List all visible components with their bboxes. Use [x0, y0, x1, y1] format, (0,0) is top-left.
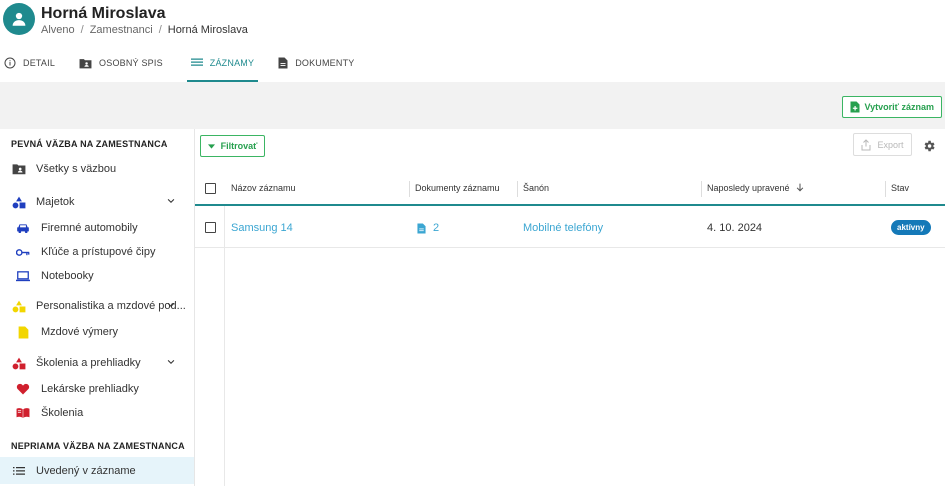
chevron-down-icon[interactable]	[166, 300, 176, 310]
sidebar-item-label: Notebooky	[41, 270, 94, 282]
sidebar-item-skolenia-prehliadky[interactable]: Školenia a prehliadky	[0, 350, 194, 376]
avatar	[3, 3, 35, 35]
list-icon	[13, 466, 25, 475]
row-checkbox[interactable]	[205, 222, 216, 233]
record-documents-count: 2	[433, 222, 440, 234]
document-icon	[278, 57, 288, 69]
shapes-icon	[12, 300, 26, 312]
chevron-down-icon[interactable]	[166, 357, 176, 367]
checkbox-column-divider	[224, 206, 225, 486]
sidebar-item-label: Mzdové výmery	[41, 326, 119, 338]
page-header: Horná Miroslava Alveno / Zamestnanci / Horná…	[0, 0, 945, 82]
tab-dokumenty[interactable]: DOKUMENTY	[274, 46, 358, 80]
sidebar-item-label: Firemné automobily	[41, 222, 138, 234]
shapes-icon	[12, 357, 26, 369]
key-icon	[16, 248, 30, 256]
sidebar-item-vsetky[interactable]: Všetky s väzbou	[0, 156, 194, 182]
sidebar-item-label: Školenia	[41, 407, 84, 419]
export-button[interactable]: Export	[853, 133, 912, 156]
sidebar-section-indirect: NEPRIAMA VÄZBA NA ZAMESTNANCA	[11, 441, 185, 451]
sidebar-item-majetok[interactable]: Majetok	[0, 189, 194, 215]
export-label: Export	[877, 139, 904, 150]
create-record-label: Vytvoriť záznam	[864, 102, 935, 112]
status-badge: aktívny	[891, 220, 931, 235]
export-icon	[861, 138, 871, 150]
column-header-label: Naposledy upravené	[707, 183, 790, 193]
sidebar-section-direct: PEVNÁ VÄZBA NA ZAMESTNANCA	[11, 139, 168, 149]
sidebar-item-skolenia[interactable]: Školenia	[0, 400, 194, 426]
list-icon	[190, 58, 203, 66]
sidebar-item-personalistika[interactable]: Personalistika a mzdové pod...	[0, 293, 194, 319]
person-icon	[12, 12, 26, 26]
main-content: Filtrovať Export Názov záznamu Dokumenty…	[195, 129, 945, 486]
car-icon	[17, 223, 29, 233]
tab-detail-label: DETAIL	[23, 58, 56, 68]
folder-person-icon	[79, 58, 92, 68]
record-updated-date: 4. 10. 2024	[707, 222, 763, 234]
sidebar-item-kluce[interactable]: Kľúče a prístupové čipy	[0, 239, 194, 265]
column-header-stav[interactable]: Stav	[891, 183, 909, 193]
filter-label: Filtrovať	[220, 141, 258, 151]
sidebar-item-label: Všetky s väzbou	[36, 163, 117, 175]
tab-osobny-spis-label: OSOBNÝ SPIS	[99, 58, 163, 68]
folder-person-icon	[12, 164, 26, 175]
document-icon	[417, 223, 426, 233]
page-title: Horná Miroslava	[41, 5, 166, 22]
filter-button[interactable]: Filtrovať	[200, 135, 265, 157]
add-document-icon	[850, 101, 859, 113]
record-name-link[interactable]: Samsung 14	[231, 222, 293, 234]
column-header-naposledy-upravene[interactable]: Naposledy upravené	[707, 183, 804, 193]
sidebar-item-label: Majetok	[36, 196, 75, 208]
sidebar-item-label: Uvedený v zázname	[36, 464, 136, 477]
tab-osobny-spis[interactable]: OSOBNÝ SPIS	[75, 46, 167, 80]
sidebar-item-label: Školenia a prehliadky	[36, 357, 141, 369]
breadcrumb-item-current: Horná Miroslava	[167, 24, 248, 36]
column-header-nazov[interactable]: Názov záznamu	[231, 183, 296, 193]
select-all-checkbox[interactable]	[205, 183, 216, 194]
laptop-icon	[16, 270, 30, 281]
tab-detail[interactable]: DETAIL	[0, 46, 59, 80]
chevron-down-icon[interactable]	[166, 196, 176, 206]
column-header-sanon[interactable]: Šanón	[523, 183, 549, 193]
caret-down-icon	[207, 143, 215, 149]
sidebar-item-label: Kľúče a prístupové čipy	[41, 246, 156, 258]
sidebar-item-lekarske[interactable]: Lekárske prehliadky	[0, 376, 194, 402]
sort-arrow-down-icon	[796, 183, 804, 192]
heart-icon	[16, 383, 30, 395]
tab-zaznamy-label: ZÁZNAMY	[209, 58, 255, 68]
gear-icon[interactable]	[922, 139, 936, 153]
info-icon	[4, 57, 16, 69]
breadcrumb: Alveno / Zamestnanci / Horná Miroslava	[41, 24, 248, 36]
book-icon	[16, 408, 30, 418]
tab-bar: DETAIL OSOBNÝ SPIS ZÁZNAMY DOKUMENTY	[0, 46, 375, 82]
record-documents-link[interactable]: 2	[417, 222, 439, 234]
sidebar-item-label: Personalistika a mzdové pod...	[36, 300, 186, 312]
breadcrumb-item-alveno[interactable]: Alveno	[41, 24, 75, 36]
tab-dokumenty-label: DOKUMENTY	[295, 58, 355, 68]
create-record-button[interactable]: Vytvoriť záznam	[841, 96, 942, 118]
sidebar-item-mzdove-vymery[interactable]: Mzdové výmery	[0, 319, 194, 345]
column-header-dokumenty[interactable]: Dokumenty záznamu	[415, 183, 500, 193]
sidebar-item-uvedeny[interactable]: Uvedený v zázname	[0, 457, 194, 484]
sidebar: PEVNÁ VÄZBA NA ZAMESTNANCA Všetky s väzb…	[0, 129, 195, 486]
sidebar-item-label: Lekárske prehliadky	[41, 383, 139, 395]
breadcrumb-item-zamestnanci[interactable]: Zamestnanci	[90, 24, 153, 36]
record-binder-link[interactable]: Mobilné telefóny	[523, 222, 603, 234]
sidebar-item-automobily[interactable]: Firemné automobily	[0, 215, 194, 241]
sidebar-item-notebooky[interactable]: Notebooky	[0, 263, 194, 289]
shapes-icon	[12, 196, 26, 208]
tab-zaznamy[interactable]: ZÁZNAMY	[186, 46, 259, 82]
table-row[interactable]: Samsung 14 2 Mobilné telefóny 4. 10. 202…	[195, 208, 945, 248]
table-header: Názov záznamu Dokumenty záznamu Šanón Na…	[195, 171, 945, 206]
toolbar-band	[0, 82, 945, 129]
document-icon	[18, 326, 28, 338]
